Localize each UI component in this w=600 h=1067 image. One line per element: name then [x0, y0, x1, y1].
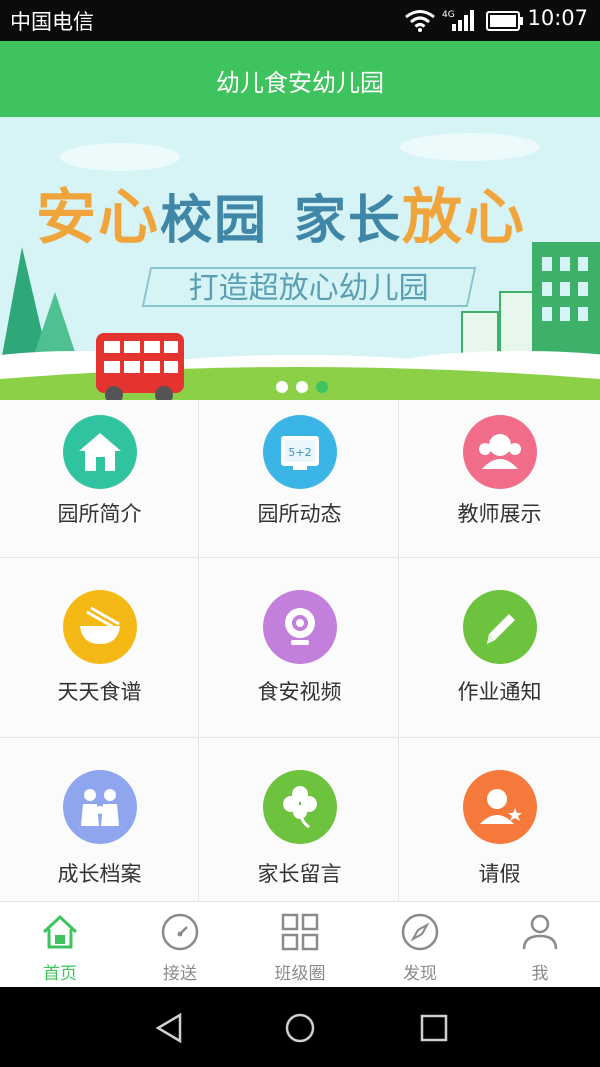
grid-item-label: 成长档案	[57, 862, 142, 886]
grid-item-school-news[interactable]: 5+2 园所动态	[200, 400, 399, 558]
wifi-icon	[405, 10, 435, 32]
page-title: 幼儿食安幼儿园	[216, 69, 384, 97]
grid-item-teachers[interactable]: 教师展示	[400, 400, 600, 558]
clock: 10:07	[527, 6, 588, 30]
grid-item-label: 请假	[478, 862, 521, 886]
webcam-icon	[263, 590, 337, 664]
nav-tab-label: 班级圈	[274, 964, 326, 984]
person-star-icon	[463, 770, 537, 844]
bottom-nav: 首页 接送 班级圈 发现 我	[0, 901, 600, 987]
grid-item-label: 园所简介	[57, 502, 142, 526]
profile-icon	[522, 914, 558, 950]
family-icon	[63, 770, 137, 844]
battery-icon	[486, 11, 523, 31]
grid-item-label: 天天食谱	[57, 680, 142, 704]
nav-tab-class-circle[interactable]: 班级圈	[240, 902, 360, 988]
nav-tab-me[interactable]: 我	[480, 902, 600, 988]
home-circle-icon[interactable]	[283, 1011, 317, 1045]
nav-tab-discover[interactable]: 发现	[360, 902, 480, 988]
banner-subline: 打造超放心幼儿园	[141, 267, 477, 307]
grid-item-homework[interactable]: 作业通知	[400, 558, 600, 738]
grid-icon	[281, 913, 319, 951]
banner-headline: 安心校园 家长放心	[36, 183, 527, 253]
grid-item-parent-message[interactable]: 家长留言	[200, 738, 399, 901]
carousel-dot-active[interactable]	[316, 381, 328, 393]
nav-tab-home[interactable]: 首页	[0, 902, 120, 988]
double-decker-bus	[96, 333, 184, 400]
grid-item-food-video[interactable]: 食安视频	[200, 558, 399, 738]
carrier-name: 中国电信	[10, 10, 94, 34]
carousel-dot[interactable]	[296, 381, 308, 393]
nav-tab-label: 我	[531, 964, 549, 984]
nav-tab-label: 发现	[403, 964, 437, 984]
cell-signal-icon: 4G	[442, 10, 474, 31]
food-bowl-icon	[63, 590, 137, 664]
promo-banner[interactable]: 安心校园 家长放心 打造超放心幼儿园	[0, 117, 600, 400]
home-icon	[42, 914, 78, 949]
grid-item-leave[interactable]: 请假	[400, 738, 600, 901]
grid-item-label: 家长留言	[257, 862, 342, 886]
pencil-icon	[463, 590, 537, 664]
grid-item-label: 园所动态	[257, 502, 342, 526]
grid-item-school-intro[interactable]: 园所简介	[0, 400, 199, 558]
pickup-dial-icon	[161, 913, 199, 951]
status-bar: 中国电信 4G 10:07	[0, 0, 600, 41]
grid-item-label: 作业通知	[457, 680, 542, 704]
banner-scene	[0, 133, 600, 400]
grid-item-label: 食安视频	[257, 680, 342, 704]
blackboard-icon: 5+2	[263, 415, 337, 489]
feature-grid: 园所简介 5+2 园所动态 教师展示 天天食谱 食安视频 作业通知 成长档案 家…	[0, 400, 600, 901]
back-icon[interactable]	[152, 1011, 186, 1045]
grid-item-menu[interactable]: 天天食谱	[0, 558, 199, 738]
system-nav-bar	[0, 987, 600, 1067]
carousel-dot[interactable]	[276, 381, 288, 393]
svg-text:5+2: 5+2	[288, 446, 311, 459]
grid-item-label: 教师展示	[457, 502, 542, 526]
teachers-icon	[463, 415, 537, 489]
app-header: 幼儿食安幼儿园	[0, 41, 600, 117]
nav-tab-pickup[interactable]: 接送	[120, 902, 240, 988]
recent-apps-icon[interactable]	[417, 1011, 451, 1045]
svg-text:4G: 4G	[442, 10, 455, 20]
nav-tab-label: 接送	[163, 964, 197, 984]
carousel-indicator	[276, 378, 336, 397]
compass-icon	[401, 913, 439, 951]
school-house-icon	[63, 415, 137, 489]
grid-item-growth-record[interactable]: 成长档案	[0, 738, 199, 901]
clover-icon	[263, 770, 337, 844]
nav-tab-label: 首页	[43, 964, 77, 984]
